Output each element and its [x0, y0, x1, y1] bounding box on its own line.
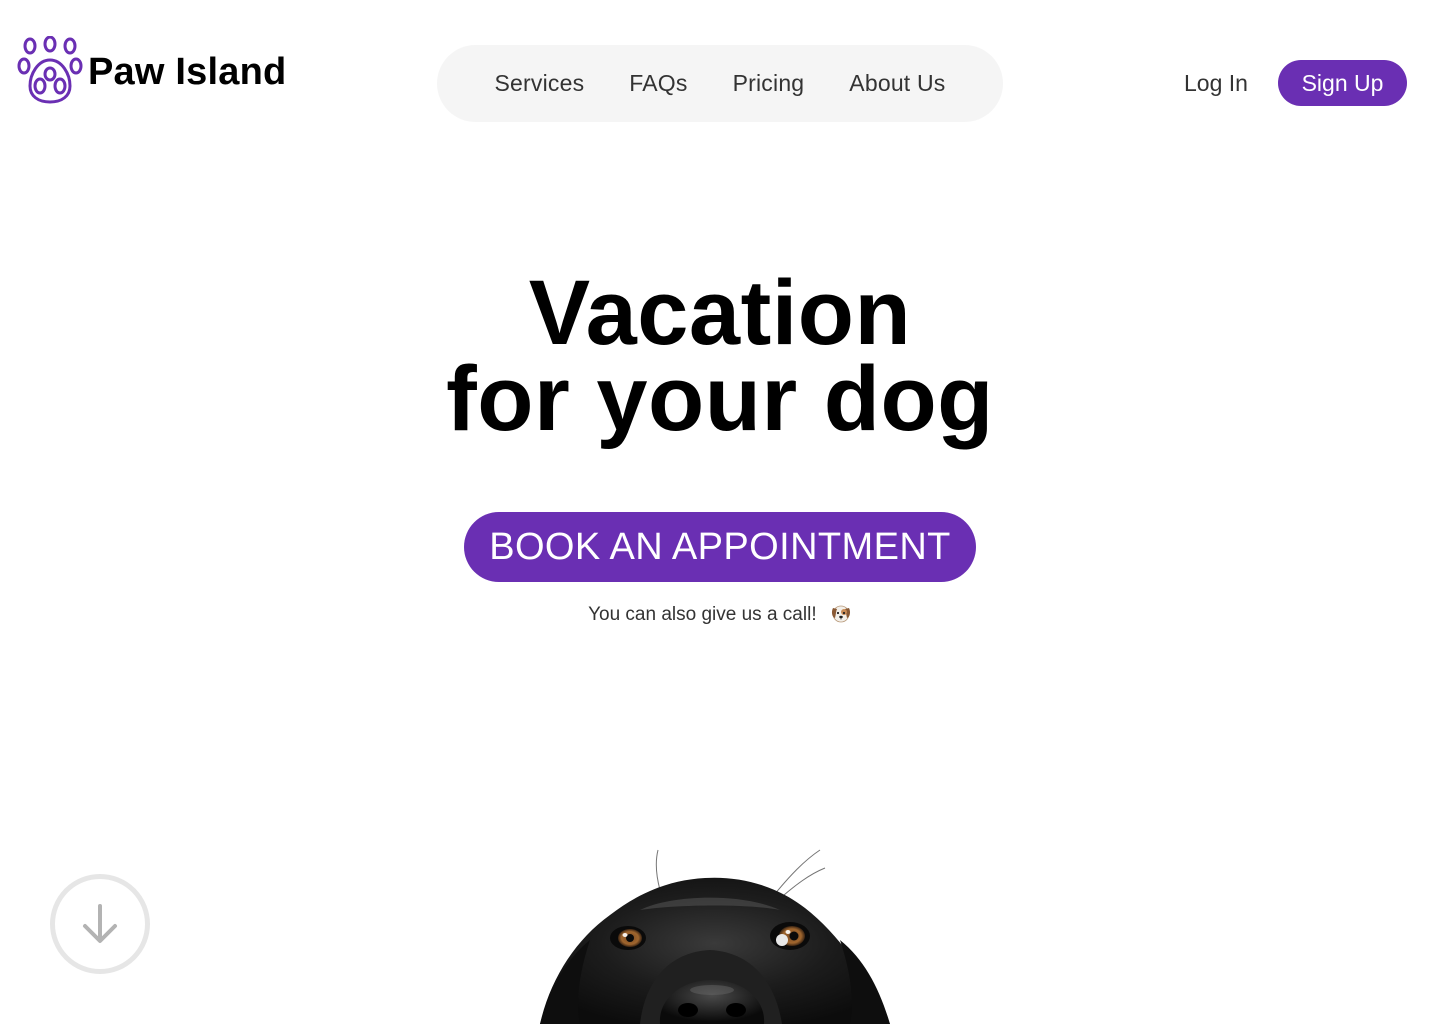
nav-faqs[interactable]: FAQs — [629, 72, 687, 95]
scroll-down-button[interactable] — [50, 874, 150, 974]
hero-title: Vacation for your dog — [0, 262, 1440, 450]
paw-icon — [17, 36, 83, 104]
signup-button[interactable]: Sign Up — [1278, 60, 1407, 106]
hero-title-line-2: for your dog — [446, 348, 994, 450]
arrow-down-icon — [83, 904, 117, 943]
call-note: You can also give us a call! — [0, 602, 1440, 628]
nav-about-us[interactable]: About Us — [849, 72, 945, 95]
brand-name: Paw Island — [88, 51, 287, 93]
nav-services[interactable]: Services — [494, 72, 584, 95]
dog-photo — [540, 849, 890, 1024]
landing-page: Paw Island Services FAQs Pricing About U… — [0, 0, 1440, 1024]
nav-pricing[interactable]: Pricing — [733, 72, 805, 95]
book-appointment-button[interactable]: BOOK AN APPOINTMENT — [464, 512, 976, 582]
dog-face-icon — [831, 605, 850, 623]
main-nav: Services FAQs Pricing About Us — [437, 45, 1003, 122]
login-link[interactable]: Log In — [1170, 62, 1262, 104]
brand-logo[interactable]: Paw Island — [16, 36, 286, 104]
hero-title-line-1: Vacation — [528, 262, 912, 364]
call-note-text: You can also give us a call! — [588, 604, 817, 625]
